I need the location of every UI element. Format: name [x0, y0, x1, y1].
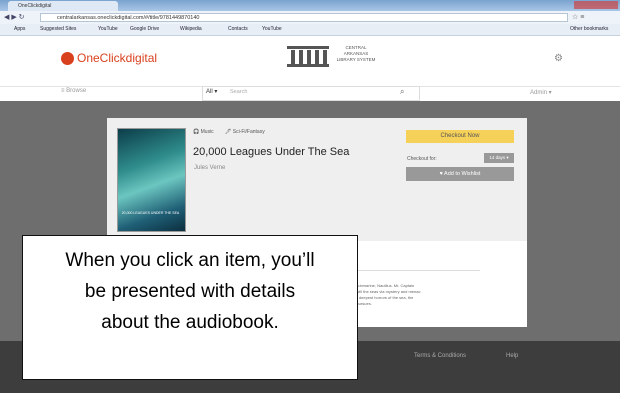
search-scope-select[interactable]: All ▾	[206, 88, 217, 95]
bookmark-other[interactable]: Other bookmarks	[570, 26, 608, 33]
browse-menu[interactable]: ≡ Browse	[61, 88, 86, 94]
bookmark-wikipedia[interactable]: Wikipedia	[180, 26, 202, 33]
account-menu[interactable]: Admin ▾	[530, 89, 552, 96]
audio-format-badge: 🎧 Music	[193, 129, 214, 135]
book-author[interactable]: Jules Verne	[194, 165, 225, 171]
caption-line-3: about the audiobook.	[101, 312, 279, 333]
divider	[340, 270, 480, 271]
checkout-for-label: Checkout for:	[407, 156, 437, 162]
add-to-wishlist-button[interactable]: ♥ Add to Wishlist	[406, 167, 514, 181]
checkout-now-button[interactable]: Checkout Now	[406, 130, 514, 143]
footer-terms-link[interactable]: Terms & Conditions	[414, 353, 466, 359]
checkout-period-select[interactable]: 14 days ▾	[484, 153, 514, 163]
caption-line-1: When you click an item, you’ll	[65, 250, 315, 271]
site-logo[interactable]: OneClickdigital	[77, 51, 157, 65]
bookmark-youtube[interactable]: YouTube	[98, 26, 118, 33]
browser-tab[interactable]: OneClickdigital	[8, 1, 118, 11]
star-icon[interactable]: ☆ ≡	[572, 13, 584, 21]
bookmark-suggested[interactable]: Suggested Sites	[40, 26, 76, 33]
bookmark-contacts[interactable]: Contacts	[228, 26, 248, 33]
book-title: 20,000 Leagues Under The Sea	[193, 146, 350, 158]
back-forward-icon[interactable]: ◀ ▶ ↻	[4, 13, 25, 21]
library-columns-icon	[285, 44, 331, 68]
genre-badge: 🖋 Sci-Fi/Fantasy	[225, 129, 265, 135]
address-bar[interactable]: centralarkansas.oneclickdigital.com/#/ti…	[40, 13, 568, 22]
genre-icon: 🖋	[225, 129, 233, 135]
search-icon[interactable]: ⌕	[400, 87, 404, 97]
footer-help-link[interactable]: Help	[506, 353, 518, 359]
bookmark-apps[interactable]: Apps	[14, 26, 25, 33]
search-input[interactable]: Search	[230, 89, 247, 95]
bookmark-youtube-2[interactable]: YouTube	[262, 26, 282, 33]
tutorial-caption-box: When you click an item, you’ll be presen…	[22, 235, 358, 380]
bookmark-drive[interactable]: Google Drive	[130, 26, 159, 33]
library-name: CENTRAL ARKANSAS LIBRARY SYSTEM	[336, 45, 376, 62]
settings-icon[interactable]: ⚙	[554, 53, 563, 64]
oneclick-logo-icon[interactable]	[61, 52, 74, 65]
window-controls[interactable]	[574, 1, 618, 9]
book-cover-image	[117, 128, 186, 232]
bookmarks-bar	[0, 24, 620, 36]
caption-line-2: be presented with details	[84, 281, 296, 302]
cover-caption: 20,000 LEAGUES UNDER THE SEA	[121, 211, 180, 215]
headphones-icon: 🎧	[193, 129, 201, 135]
